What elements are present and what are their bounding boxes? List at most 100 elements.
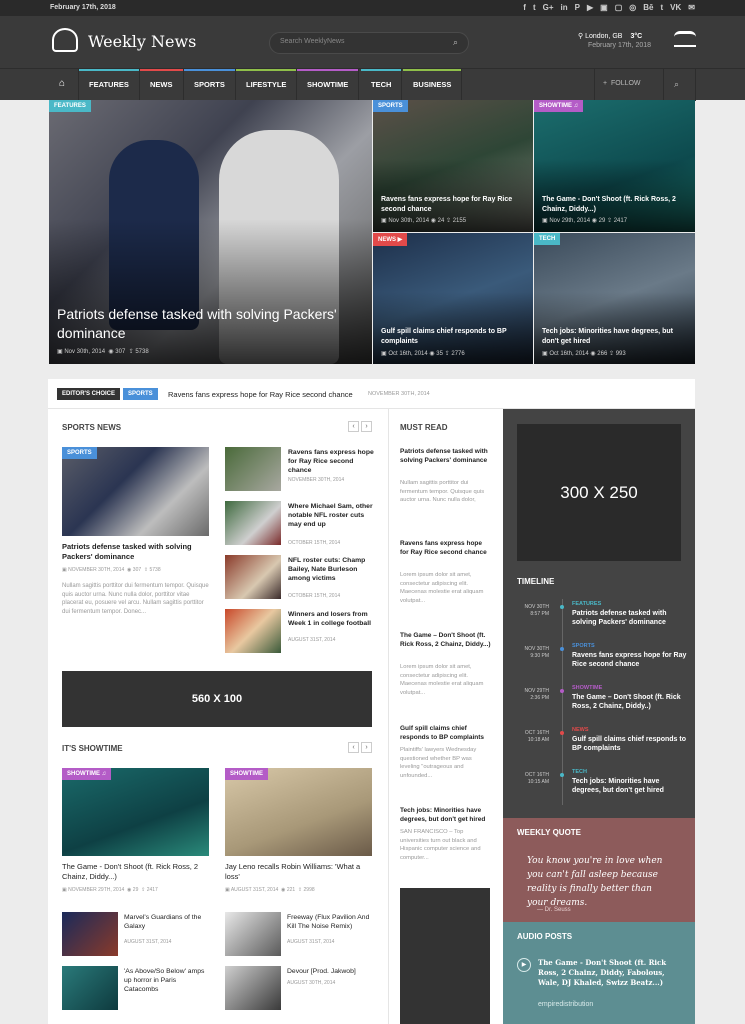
category-tag[interactable]: SPORTS <box>373 100 408 112</box>
search-input[interactable]: Search WeeklyNews ⌕ <box>269 32 469 54</box>
sports-main-image[interactable]: SPORTS <box>62 447 209 536</box>
main-nav: ⌂ FEATURES NEWS SPORTS LIFESTYLE SHOWTIM… <box>0 68 745 101</box>
sports-list-title[interactable]: Where Michael Sam, other notable NFL ros… <box>288 502 378 529</box>
mail-icon[interactable]: ✉ <box>688 3 695 12</box>
showtime-card-image[interactable]: SHOWTIME <box>225 768 372 856</box>
timeline-title[interactable]: Patriots defense tasked with solving Pac… <box>572 609 687 627</box>
sports-list-title[interactable]: Ravens fans express hope for Ray Rice se… <box>288 448 378 475</box>
newspaper-logo-icon[interactable] <box>52 28 78 52</box>
behance-icon[interactable]: Bē <box>643 3 653 12</box>
category-tag[interactable]: SPORTS <box>62 447 97 459</box>
nav-search-icon[interactable]: ⌕ <box>664 69 696 101</box>
timeline-title[interactable]: Ravens fans express hope for Ray Rice se… <box>572 651 687 669</box>
sports-list-title[interactable]: Winners and losers from Week 1 in colleg… <box>288 610 378 628</box>
hero-tile-sports[interactable]: SPORTS Ravens fans express hope for Ray … <box>373 100 533 232</box>
chevron-left-icon[interactable]: ‹ <box>348 421 359 432</box>
sports-list-title[interactable]: NFL roster cuts: Champ Bailey, Nate Burl… <box>288 556 378 583</box>
showtime-list-title[interactable]: Marvel's Guardians of the Galaxy <box>124 913 212 931</box>
hero-tile-tech[interactable]: TECH Tech jobs: Minorities have degrees,… <box>534 233 695 364</box>
must-read-title[interactable]: Patriots defense tasked with solving Pac… <box>400 447 492 465</box>
sports-list-thumb[interactable] <box>225 447 281 491</box>
audio-title[interactable]: The Game - Don't Shoot (ft. Rick Ross, 2… <box>538 958 684 988</box>
ad-box-300x250[interactable]: 300 X 250 <box>517 424 681 561</box>
tile-title[interactable]: Ravens fans express hope for Ray Rice se… <box>381 195 525 215</box>
timeline-title[interactable]: Tech jobs: Minorities have degrees, but … <box>572 777 687 795</box>
showtime-list-title[interactable]: 'As Above/So Below' amps up horror in Pa… <box>124 967 212 994</box>
sports-list-thumb[interactable] <box>225 555 281 599</box>
must-read-excerpt: SAN FRANCISCO – Top universities turn ou… <box>400 829 481 861</box>
pinterest-icon[interactable]: P <box>575 3 580 12</box>
dribbble-icon[interactable]: ◎ <box>629 3 636 12</box>
chevron-right-icon[interactable]: › <box>361 421 372 432</box>
chevron-left-icon[interactable]: ‹ <box>348 742 359 753</box>
tumblr-icon[interactable]: t <box>661 3 664 12</box>
category-tag[interactable]: FEATURES <box>49 100 91 112</box>
must-read-title[interactable]: The Game – Don't Shoot (ft. Rick Ross, 2… <box>400 631 492 649</box>
timeline-item[interactable]: NOV 29TH 2:36 PM SHOWTIME The Game – Don'… <box>503 685 695 727</box>
timeline-item[interactable]: NOV 30TH 8:57 PM FEATURES Patriots defens… <box>503 601 695 643</box>
timeline-day: OCT 16TH <box>524 772 549 778</box>
showtime-card-title[interactable]: The Game - Don't Shoot (ft. Rick Ross, 2… <box>62 862 209 882</box>
category-tag[interactable]: SHOWTIME ♫ <box>62 768 112 780</box>
vertical-ad-slot[interactable] <box>400 888 490 1024</box>
showtime-list-title[interactable]: Devour [Prod. Jakwob] <box>287 967 377 976</box>
ticker-category-tag[interactable]: SPORTS <box>123 388 158 400</box>
must-read-title[interactable]: Tech jobs: Minorities have degrees, but … <box>400 806 492 824</box>
showtime-card-image[interactable]: SHOWTIME ♫ <box>62 768 209 856</box>
nav-item-news[interactable]: NEWS <box>140 69 184 101</box>
showtime-list-title[interactable]: Freeway (Flux Pavilion And Kill The Nois… <box>287 913 377 931</box>
must-read-title[interactable]: Gulf spill claims chief responds to BP c… <box>400 724 492 742</box>
instagram-icon[interactable]: ▢ <box>615 3 623 12</box>
sports-list-thumb[interactable] <box>225 501 281 545</box>
showtime-card-title[interactable]: Jay Leno recalls Robin Williams: 'What a… <box>225 862 372 882</box>
showtime-list-thumb[interactable] <box>225 966 281 1010</box>
hero-tile-news[interactable]: NEWS ▶ Gulf spill claims chief responds … <box>373 233 533 364</box>
facebook-icon[interactable]: f <box>523 3 526 12</box>
home-icon[interactable]: ⌂ <box>49 69 79 101</box>
must-read-title[interactable]: Ravens fans express hope for Ray Rice se… <box>400 539 492 557</box>
nav-item-lifestyle[interactable]: LIFESTYLE <box>236 69 298 101</box>
youtube-icon[interactable]: ▶ <box>587 3 593 12</box>
nav-item-sports[interactable]: SPORTS <box>184 69 236 101</box>
chevron-right-icon[interactable]: › <box>361 742 372 753</box>
tile-title[interactable]: The Game - Don't Shoot (ft. Rick Ross, 2… <box>542 195 687 215</box>
timeline-title[interactable]: Gulf spill claims chief responds to BP c… <box>572 735 687 753</box>
google-plus-icon[interactable]: G+ <box>543 3 554 12</box>
vimeo-icon[interactable]: ▣ <box>600 3 608 12</box>
showtime-list-thumb[interactable] <box>62 912 118 956</box>
location-pin-icon: ⚲ <box>578 33 584 40</box>
nav-color-bar <box>184 69 235 71</box>
nav-item-showtime[interactable]: SHOWTIME <box>297 69 360 101</box>
timeline-item[interactable]: OCT 16TH 10:18 AM NEWS Gulf spill claims … <box>503 727 695 769</box>
timeline-item[interactable]: NOV 30TH 9:30 PM SPORTS Ravens fans expre… <box>503 643 695 685</box>
nav-item-tech[interactable]: TECH <box>361 69 403 101</box>
showtime-list-thumb[interactable] <box>62 966 118 1010</box>
showtime-list-thumb[interactable] <box>225 912 281 956</box>
ad-banner-560x100[interactable]: 560 X 100 <box>62 671 372 727</box>
hero-title[interactable]: Patriots defense tasked with solving Pac… <box>57 305 364 343</box>
nav-item-business[interactable]: BUSINESS <box>403 69 463 101</box>
timeline-title[interactable]: The Game – Don't Shoot (ft. Rick Ross, 2… <box>572 693 687 711</box>
category-tag[interactable]: TECH <box>534 233 561 245</box>
category-tag[interactable]: SHOWTIME <box>225 768 268 780</box>
play-icon[interactable]: ▶ <box>517 958 531 972</box>
nav-item-features[interactable]: FEATURES <box>79 69 140 101</box>
twitter-icon[interactable]: t <box>533 3 536 12</box>
tile-title[interactable]: Gulf spill claims chief responds to BP c… <box>381 327 525 347</box>
follow-button[interactable]: + FOLLOW <box>594 69 664 101</box>
ticker-headline[interactable]: Ravens fans express hope for Ray Rice se… <box>168 390 353 399</box>
sports-list-thumb[interactable] <box>225 609 281 653</box>
tile-title[interactable]: Tech jobs: Minorities have degrees, but … <box>542 327 687 347</box>
timeline-time: 8:57 PM <box>530 611 549 617</box>
vk-icon[interactable]: VK <box>670 3 681 12</box>
must-read-excerpt: Lorem ipsum dolor sit amet, consectetur … <box>400 664 484 696</box>
hero-tile-showtime[interactable]: SHOWTIME ♫ The Game - Don't Shoot (ft. R… <box>534 100 695 232</box>
sports-main-title[interactable]: Patriots defense tasked with solving Pac… <box>62 542 202 562</box>
timeline-item[interactable]: OCT 16TH 10:15 AM TECH Tech jobs: Minorit… <box>503 769 695 811</box>
linkedin-icon[interactable]: in <box>561 3 568 12</box>
site-name[interactable]: Weekly News <box>88 32 196 51</box>
search-icon[interactable]: ⌕ <box>453 37 458 48</box>
category-tag[interactable]: SHOWTIME ♫ <box>534 100 584 112</box>
category-tag[interactable]: NEWS ▶ <box>373 233 408 246</box>
hero-main-tile[interactable]: FEATURES Patriots defense tasked with so… <box>49 100 372 364</box>
